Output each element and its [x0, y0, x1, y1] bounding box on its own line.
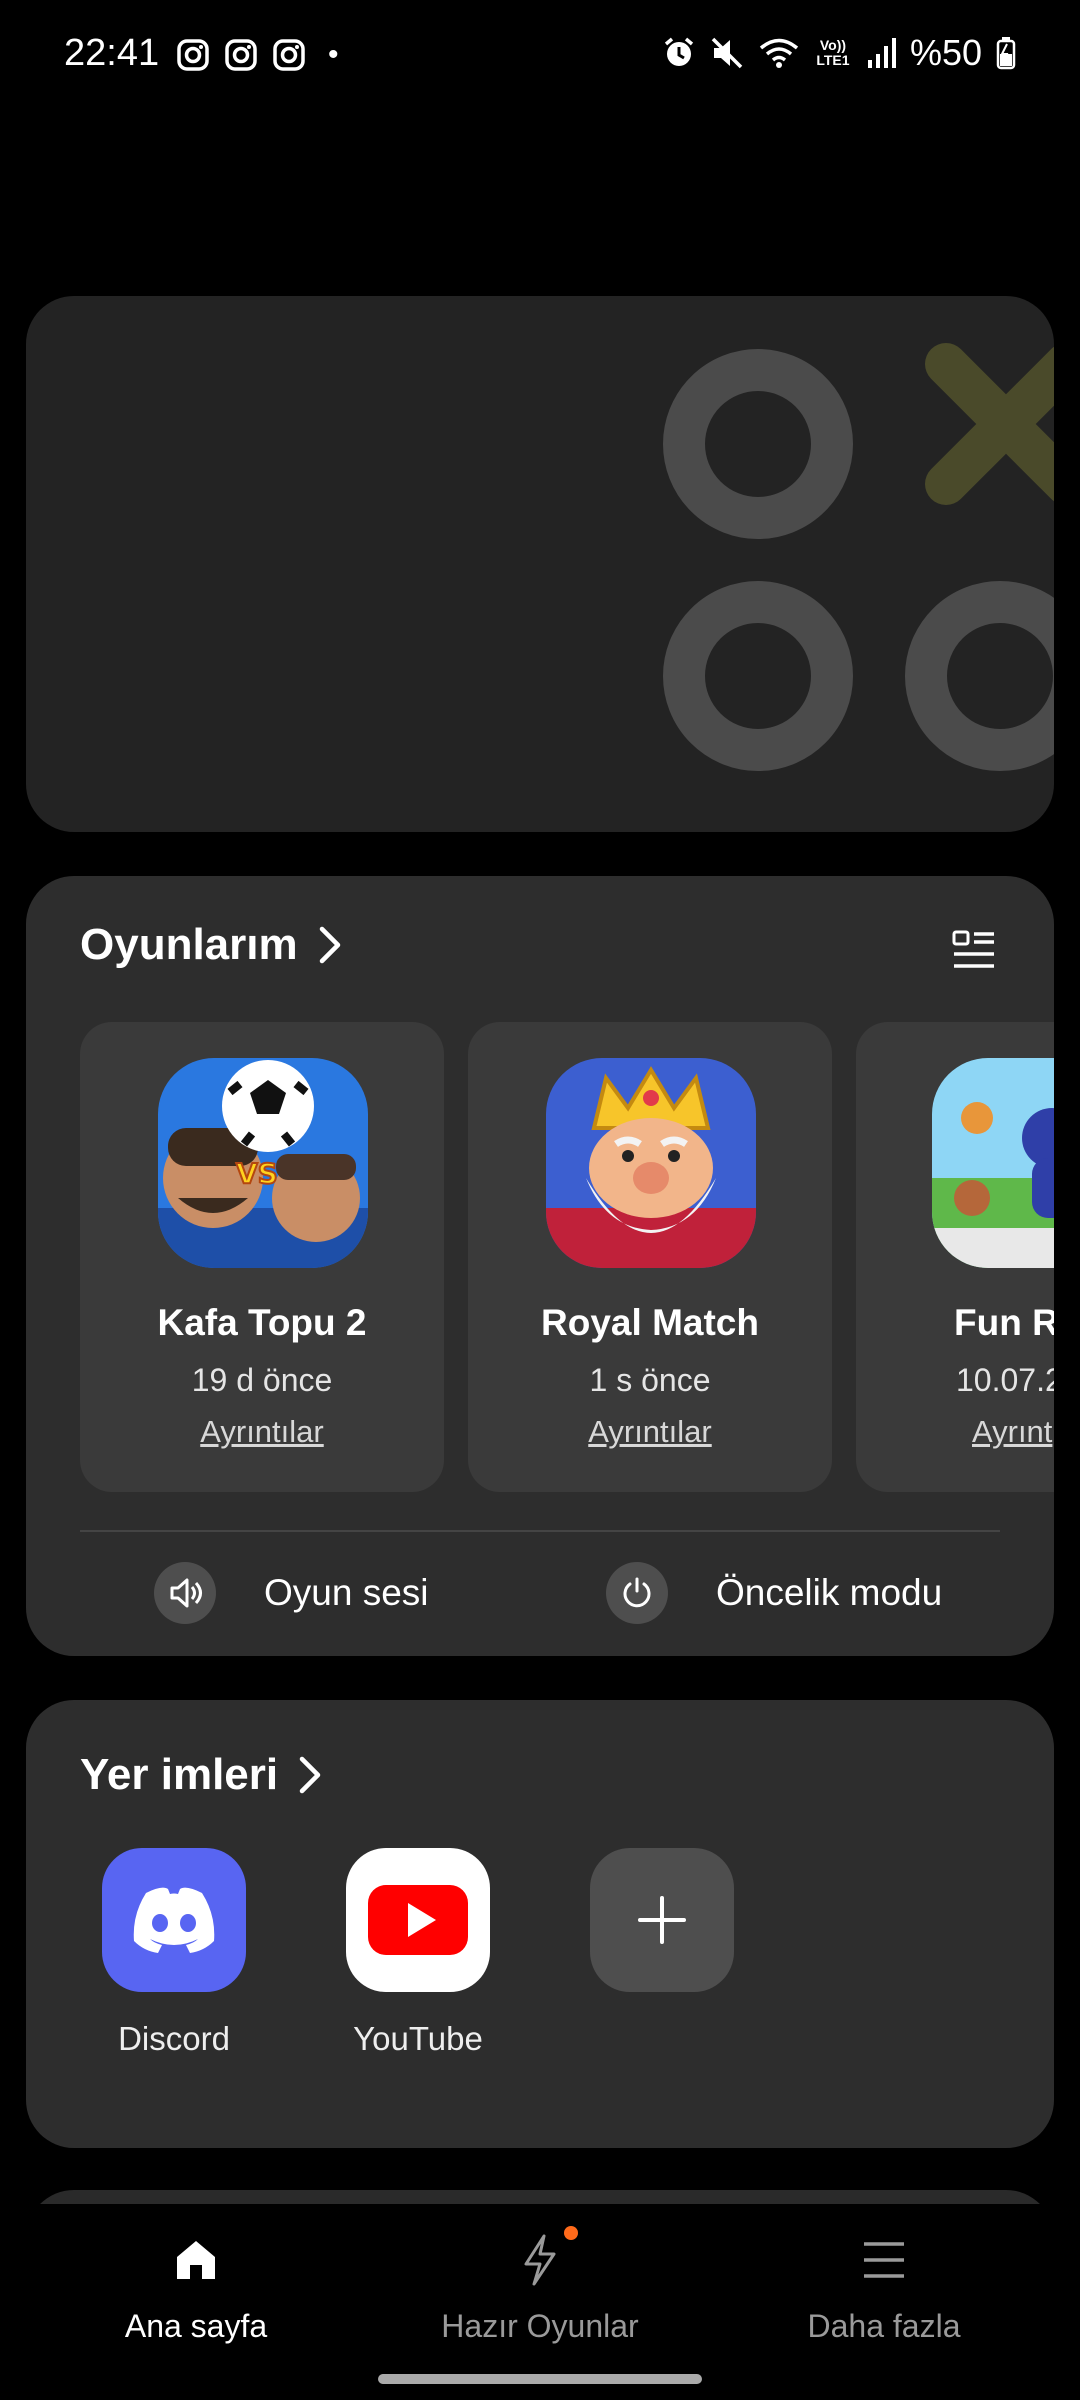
priority-mode-toggle[interactable]: Öncelik modu	[606, 1562, 942, 1624]
last-played: 19 d önce	[191, 1362, 333, 1398]
last-played: 1 s önce	[589, 1362, 711, 1398]
nav-more[interactable]: Daha fazla	[734, 2232, 1034, 2345]
bookmarks-header[interactable]: Yer imleri	[80, 1750, 324, 1800]
my-games-section: Oyunlarım VS Kafa Topu 2 19 d önce Ayrın…	[26, 876, 1054, 1656]
speaker-icon	[154, 1562, 216, 1624]
menu-icon	[734, 2232, 1034, 2288]
nav-home[interactable]: Ana sayfa	[46, 2232, 346, 2345]
game-tile-royal-match[interactable]: Royal Match 1 s önce Ayrıntılar	[468, 1022, 832, 1492]
notification-icons: •	[176, 38, 339, 72]
nav-label: Ana sayfa	[124, 2308, 268, 2344]
details-link[interactable]: Ayrınt	[856, 1414, 1054, 1450]
home-icon	[46, 2232, 346, 2288]
system-icons: Vo)) LTE1 %50	[662, 32, 1016, 74]
my-games-title: Oyunlarım	[80, 920, 298, 969]
plus-icon	[590, 1848, 734, 1992]
notification-dot: •	[328, 38, 339, 71]
game-tile-kafa-topu-2[interactable]: VS Kafa Topu 2 19 d önce Ayrıntılar	[80, 1022, 444, 1492]
battery-percent: %50	[909, 32, 982, 73]
quick-action-label: Oyun sesi	[264, 1572, 429, 1613]
volte-label: Vo)) LTE1	[816, 37, 850, 68]
discord-icon	[102, 1848, 246, 1992]
lightning-icon	[390, 2226, 690, 2288]
details-link[interactable]: Ayrıntılar	[468, 1414, 832, 1450]
nav-label: Daha fazla	[807, 2308, 961, 2344]
home-gesture-bar[interactable]	[378, 2374, 702, 2384]
svg-text:VS: VS	[236, 1157, 278, 1190]
divider	[80, 1530, 1000, 1532]
mute-icon	[711, 37, 743, 69]
power-icon	[606, 1562, 668, 1624]
clock: 22:41	[64, 32, 160, 74]
bookmarks-section: Yer imleri Discord YouTube	[26, 1700, 1054, 2148]
signal-icon	[867, 38, 896, 68]
bookmark-label: YouTube	[353, 2020, 483, 2057]
kafa-topu-2-app-icon: VS	[158, 1058, 368, 1268]
instagram-icon	[225, 39, 257, 71]
featured-banner[interactable]	[26, 296, 1054, 832]
add-bookmark-button[interactable]	[572, 1848, 752, 2020]
my-games-header[interactable]: Oyunlarım	[80, 920, 344, 970]
fun-run-app-icon	[932, 1058, 1054, 1268]
alarm-icon	[664, 37, 694, 66]
wifi-icon	[759, 38, 799, 68]
chevron-right-icon	[319, 926, 340, 964]
tic-tac-toe-illustration	[663, 343, 1054, 771]
bookmarks-title: Yer imleri	[80, 1750, 279, 1799]
bookmark-label: Discord	[118, 2020, 230, 2057]
royal-match-app-icon	[546, 1058, 756, 1268]
instagram-icon	[273, 39, 305, 71]
instagram-icon	[177, 39, 209, 71]
game-name: Royal Match	[541, 1302, 759, 1343]
chevron-right-icon	[299, 1756, 321, 1794]
bookmark-youtube[interactable]: YouTube	[328, 1848, 508, 2058]
quick-action-label: Öncelik modu	[716, 1572, 943, 1613]
nav-instant-games[interactable]: Hazır Oyunlar	[390, 2226, 690, 2345]
game-name: Kafa Topu 2	[157, 1302, 367, 1343]
details-link[interactable]: Ayrıntılar	[80, 1414, 444, 1450]
game-name: Fun R	[954, 1302, 1054, 1343]
youtube-icon	[346, 1848, 490, 1992]
game-list: VS Kafa Topu 2 19 d önce Ayrıntılar Roya…	[80, 1022, 1054, 1492]
nav-label: Hazır Oyunlar	[441, 2308, 639, 2344]
notification-badge	[564, 2226, 578, 2240]
game-tile-fun-run[interactable]: Fun R 10.07.2 Ayrınt	[856, 1022, 1054, 1492]
bottom-navigation: Ana sayfa Hazır Oyunlar Daha fazla	[0, 2204, 1080, 2400]
game-sound-toggle[interactable]: Oyun sesi	[154, 1562, 429, 1624]
bookmark-discord[interactable]: Discord	[84, 1848, 264, 2058]
battery-charging-icon	[996, 37, 1016, 70]
last-played: 10.07.2	[956, 1362, 1054, 1398]
list-view-icon[interactable]	[952, 928, 996, 972]
status-bar: 22:41 • Vo)) LTE1 %50	[0, 0, 1080, 120]
